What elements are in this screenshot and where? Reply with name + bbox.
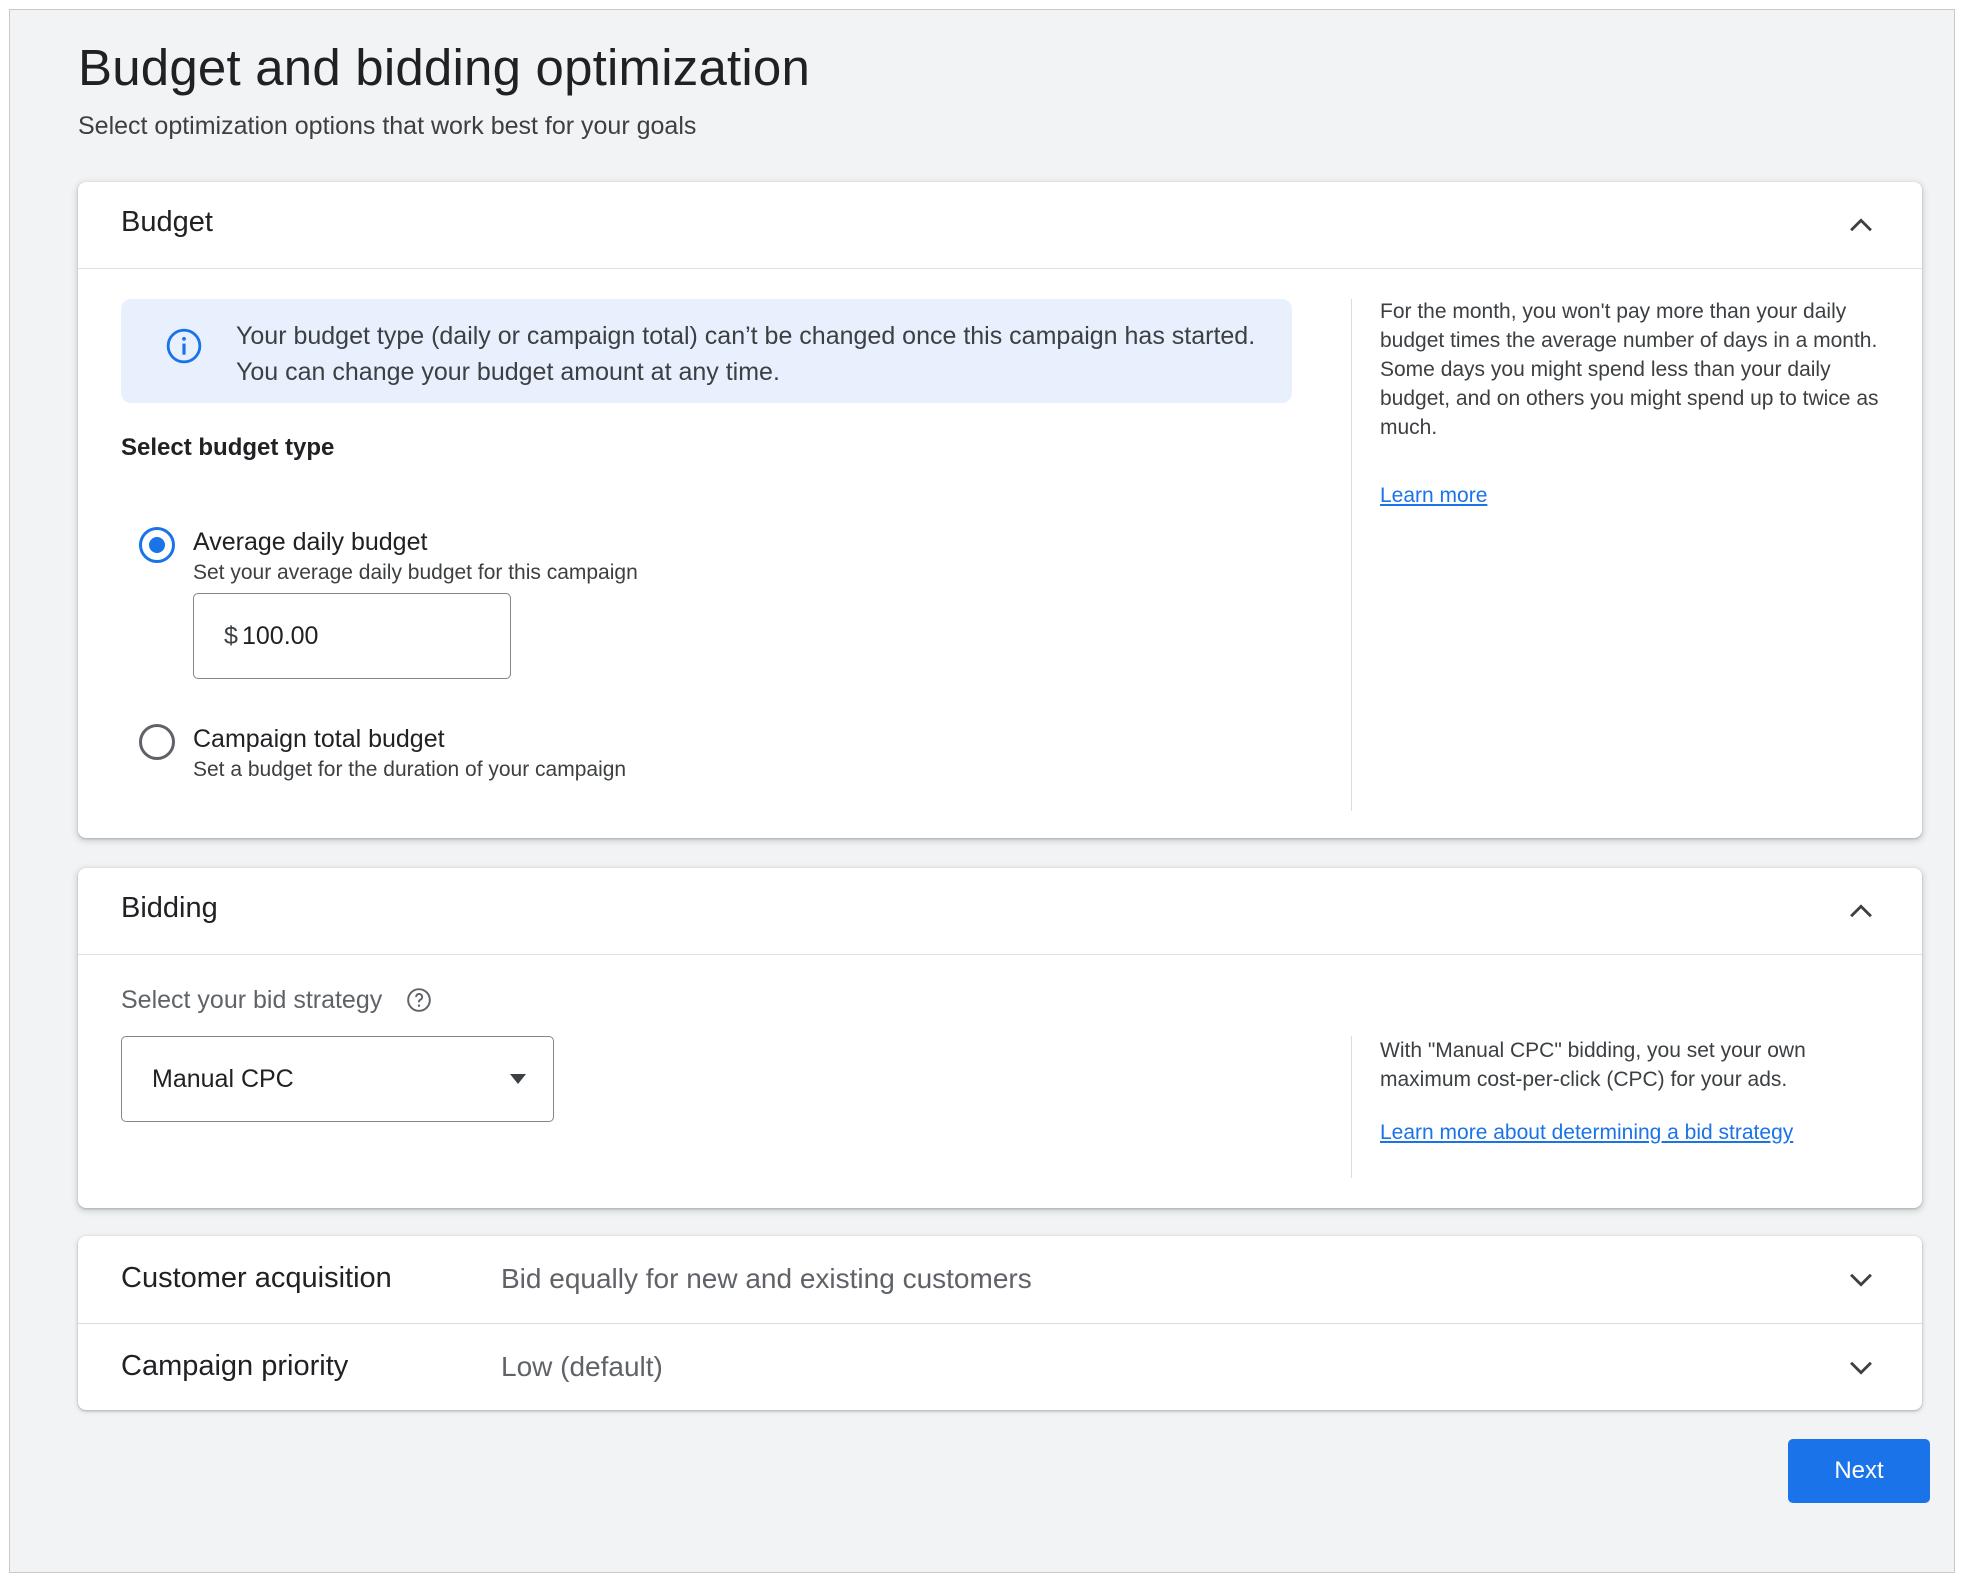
bid-strategy-value: Manual CPC — [152, 1065, 294, 1093]
budget-section: Budget Your budget type (daily or campai… — [78, 182, 1922, 838]
campaign-priority-title: Campaign priority — [121, 1350, 349, 1382]
page-container: Budget and bidding optimization Select o… — [9, 9, 1955, 1573]
bidding-section: Bidding Select your bid strategy Manual … — [78, 868, 1922, 1208]
radio-average-daily-budget-description: Set your average daily budget for this c… — [193, 561, 638, 584]
chevron-up-icon[interactable] — [1844, 209, 1878, 243]
next-button[interactable]: Next — [1788, 1439, 1930, 1503]
collapsed-sections: Customer acquisition Bid equally for new… — [78, 1236, 1922, 1410]
daily-budget-amount-input[interactable] — [242, 614, 482, 658]
info-icon — [165, 327, 203, 365]
radio-average-daily-budget-label[interactable]: Average daily budget — [193, 528, 427, 557]
campaign-priority-row[interactable]: Campaign priority Low (default) — [78, 1323, 1922, 1410]
dropdown-arrow-icon — [509, 1073, 527, 1085]
bidding-section-title: Bidding — [121, 892, 218, 924]
campaign-priority-value: Low (default) — [501, 1351, 663, 1382]
budget-side-divider — [1351, 299, 1352, 811]
customer-acquisition-value: Bid equally for new and existing custome… — [501, 1263, 1032, 1294]
customer-acquisition-row[interactable]: Customer acquisition Bid equally for new… — [78, 1236, 1922, 1323]
page-title: Budget and bidding optimization — [78, 39, 811, 96]
bidding-side-divider — [1351, 1036, 1352, 1178]
customer-acquisition-title: Customer acquisition — [121, 1262, 392, 1294]
chevron-down-icon[interactable] — [1844, 1262, 1878, 1296]
info-banner-text: Your budget type (daily or campaign tota… — [236, 322, 1256, 386]
bid-strategy-learn-more-link[interactable]: Learn more about determining a bid strat… — [1380, 1121, 1793, 1145]
daily-budget-amount-field[interactable]: $ — [193, 593, 511, 679]
page-subtitle: Select optimization options that work be… — [78, 112, 697, 140]
budget-type-label: Select budget type — [121, 434, 335, 461]
bid-strategy-label: Select your bid strategy — [121, 986, 383, 1014]
budget-section-header[interactable]: Budget — [78, 182, 1922, 269]
budget-side-help-text: For the month, you won't pay more than y… — [1380, 300, 1879, 439]
bid-strategy-select[interactable]: Manual CPC — [121, 1036, 554, 1122]
radio-campaign-total-budget-label[interactable]: Campaign total budget — [193, 725, 445, 754]
radio-average-daily-budget[interactable] — [139, 527, 175, 563]
radio-campaign-total-budget[interactable] — [139, 724, 175, 760]
bidding-section-header[interactable]: Bidding — [78, 868, 1922, 955]
budget-section-title: Budget — [121, 206, 213, 238]
bidding-side-help-text: With "Manual CPC" bidding, you set your … — [1380, 1039, 1806, 1091]
info-banner: Your budget type (daily or campaign tota… — [121, 299, 1292, 403]
chevron-up-icon[interactable] — [1844, 895, 1878, 929]
chevron-down-icon[interactable] — [1844, 1350, 1878, 1384]
budget-learn-more-link[interactable]: Learn more — [1380, 484, 1487, 508]
currency-symbol: $ — [224, 622, 238, 650]
radio-campaign-total-budget-description: Set a budget for the duration of your ca… — [193, 758, 627, 781]
help-icon[interactable] — [406, 987, 432, 1013]
